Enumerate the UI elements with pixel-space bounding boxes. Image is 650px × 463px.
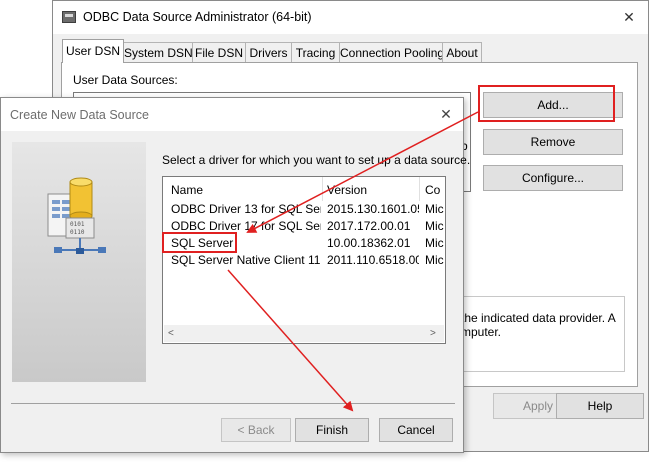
odbc-window-title: ODBC Data Source Administrator (64-bit) (83, 10, 312, 24)
finish-button[interactable]: Finish (295, 418, 369, 442)
column-separator[interactable] (419, 177, 420, 201)
back-button[interactable]: < Back (221, 418, 291, 442)
odbc-app-icon (62, 11, 76, 23)
list-item[interactable]: SQL Server 10.00.18362.01 Mic (163, 235, 445, 252)
svg-text:0101: 0101 (70, 221, 85, 228)
user-data-sources-label: User Data Sources: (73, 73, 178, 87)
driver-company: Mic (425, 219, 444, 233)
database-icon: 0101 0110 (47, 177, 106, 254)
help-button[interactable]: Help (556, 393, 644, 419)
tab-tracing[interactable]: Tracing (291, 42, 340, 62)
dialog-instruction: Select a driver for which you want to se… (162, 153, 471, 167)
column-separator[interactable] (322, 177, 323, 201)
scroll-left-icon[interactable]: < (168, 325, 174, 342)
create-new-data-source-dialog: Create New Data Source ✕ 0101 0110 Selec… (0, 97, 470, 453)
info-text-line-1: the indicated data provider. A (461, 311, 616, 325)
dialog-title: Create New Data Source (10, 108, 149, 122)
driver-name: ODBC Driver 17 for SQL Server (171, 219, 321, 233)
driver-name: SQL Server Native Client 11.0 (171, 253, 321, 267)
info-text-line-2: mputer. (461, 325, 502, 339)
driver-company: Mic (425, 236, 444, 250)
cancel-button[interactable]: Cancel (379, 418, 453, 442)
close-icon[interactable]: ✕ (619, 6, 639, 28)
wizard-art-panel: 0101 0110 (12, 142, 146, 382)
odbc-info-text: the indicated data provider. A mputer. (461, 311, 631, 339)
close-icon[interactable]: ✕ (436, 103, 456, 125)
list-item[interactable]: ODBC Driver 13 for SQL Server 2015.130.1… (163, 201, 445, 218)
driver-version: 2011.110.6518.00 (327, 253, 419, 267)
list-item[interactable]: ODBC Driver 17 for SQL Server 2017.172.0… (163, 218, 445, 235)
dialog-title-bar[interactable]: Create New Data Source ✕ (1, 98, 463, 131)
list-item[interactable]: SQL Server Native Client 11.0 2011.110.6… (163, 252, 445, 269)
scroll-right-icon[interactable]: > (430, 325, 436, 342)
tab-user-dsn[interactable]: User DSN (62, 39, 124, 63)
driver-company: Mic (425, 253, 444, 267)
tab-system-dsn[interactable]: System DSN (123, 42, 193, 62)
driver-list[interactable]: Name Version Co ODBC Driver 13 for SQL S… (162, 176, 446, 344)
remove-button[interactable]: Remove (483, 129, 623, 155)
svg-text:0110: 0110 (70, 229, 85, 236)
driver-name: SQL Server (171, 236, 234, 250)
horizontal-scrollbar[interactable]: < > (164, 325, 444, 342)
driver-version: 10.00.18362.01 (327, 236, 411, 250)
tab-about[interactable]: About (442, 42, 482, 62)
dialog-divider (11, 403, 455, 404)
driver-version: 2017.172.00.01 (327, 219, 411, 233)
tab-drivers[interactable]: Drivers (245, 42, 292, 62)
column-header-name[interactable]: Name (171, 181, 203, 199)
driver-version: 2015.130.1601.05 (327, 202, 419, 216)
configure-button[interactable]: Configure... (483, 165, 623, 191)
driver-company: Mic (425, 202, 444, 216)
column-header-company[interactable]: Co (425, 181, 440, 199)
tab-connection-pooling[interactable]: Connection Pooling (339, 42, 444, 62)
odbc-title-bar[interactable]: ODBC Data Source Administrator (64-bit) … (53, 1, 648, 34)
column-header-version[interactable]: Version (327, 181, 367, 199)
driver-name: ODBC Driver 13 for SQL Server (171, 202, 321, 216)
add-button[interactable]: Add... (483, 92, 623, 118)
tab-file-dsn[interactable]: File DSN (192, 42, 246, 62)
